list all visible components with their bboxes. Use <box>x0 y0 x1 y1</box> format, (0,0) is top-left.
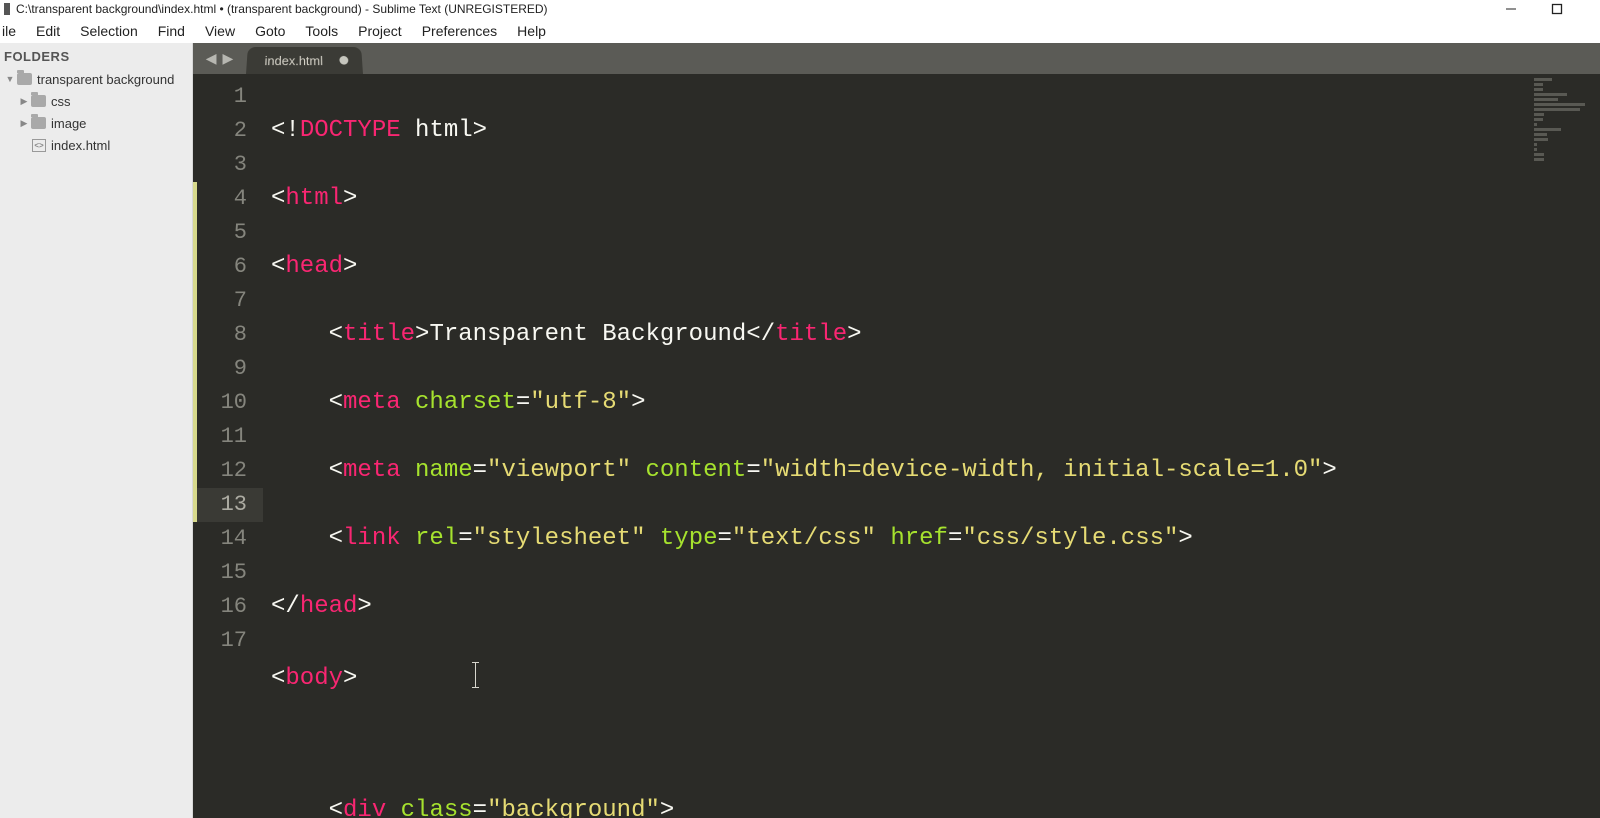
menu-preferences[interactable]: Preferences <box>412 21 507 41</box>
tab-history-nav[interactable]: ◀ ▶ <box>193 43 246 74</box>
line-number: 4 <box>193 182 263 216</box>
minimap-line <box>1534 88 1543 91</box>
code-line: <link rel="stylesheet" type="text/css" h… <box>271 522 1524 556</box>
menu-bar: ile Edit Selection Find View Goto Tools … <box>0 18 1600 43</box>
nav-forward-icon: ▶ <box>221 50 236 67</box>
minimap-line <box>1534 98 1558 101</box>
menu-view[interactable]: View <box>195 21 245 41</box>
minimap-line <box>1534 148 1537 151</box>
folder-tree: ▼ transparent background ▶ css ▶ image <… <box>0 68 192 156</box>
line-number: 10 <box>193 386 263 420</box>
minimap-line <box>1534 108 1580 111</box>
line-number: 12 <box>193 454 263 488</box>
code-line: <div class="background"> <box>271 794 1524 818</box>
window-title: C:\transparent background\index.html • (… <box>16 2 548 16</box>
folder-icon <box>31 95 46 107</box>
menu-goto[interactable]: Goto <box>245 21 295 41</box>
line-number: 13 <box>193 488 263 522</box>
tab-strip: ◀ ▶ index.html <box>193 43 1600 74</box>
line-number: 8 <box>193 318 263 352</box>
tree-folder-css[interactable]: ▶ css <box>0 90 192 112</box>
nav-back-icon: ◀ <box>204 50 219 67</box>
line-number: 1 <box>193 80 263 114</box>
tree-folder-label: css <box>51 94 71 109</box>
minimap-line <box>1534 103 1585 106</box>
line-number: 17 <box>193 624 263 658</box>
menu-file[interactable]: ile <box>2 21 26 41</box>
sidebar: FOLDERS ▼ transparent background ▶ css ▶… <box>0 43 193 818</box>
code-content[interactable]: <!DOCTYPE html> <html> <head> <title>Tra… <box>263 74 1532 818</box>
line-number: 5 <box>193 216 263 250</box>
code-editor[interactable]: 1 2 3 4 5 6 7 8 9 10 11 12 13 14 15 16 1… <box>193 74 1600 818</box>
minimize-button[interactable] <box>1488 0 1534 18</box>
text-caret-icon <box>475 662 476 688</box>
code-line <box>271 726 1524 760</box>
line-number: 16 <box>193 590 263 624</box>
minimap-line <box>1534 83 1543 86</box>
minimap-line <box>1534 143 1537 146</box>
menu-tools[interactable]: Tools <box>295 21 348 41</box>
code-line: <html> <box>271 182 1524 216</box>
line-number: 7 <box>193 284 263 318</box>
minimap-line <box>1534 118 1543 121</box>
minimap-line <box>1534 158 1544 161</box>
line-number: 6 <box>193 250 263 284</box>
minimap-line <box>1534 123 1537 126</box>
code-line: <meta name="viewport" content="width=dev… <box>271 454 1524 488</box>
code-line: <!DOCTYPE html> <box>271 114 1524 148</box>
code-line: </head> <box>271 590 1524 624</box>
chevron-right-icon: ▶ <box>18 118 30 129</box>
minimap-line <box>1534 113 1544 116</box>
minimap-line <box>1534 78 1552 81</box>
folder-icon <box>17 73 32 85</box>
line-number: 9 <box>193 352 263 386</box>
code-line: <body> <box>271 658 1524 692</box>
line-number-gutter[interactable]: 1 2 3 4 5 6 7 8 9 10 11 12 13 14 15 16 1… <box>193 74 263 818</box>
tree-folder-label: image <box>51 116 86 131</box>
menu-help[interactable]: Help <box>507 21 556 41</box>
minimap-line <box>1534 153 1544 156</box>
tab-index-html[interactable]: index.html <box>246 47 363 74</box>
menu-find[interactable]: Find <box>148 21 195 41</box>
dirty-indicator-icon <box>339 56 348 65</box>
tree-folder-image[interactable]: ▶ image <box>0 112 192 134</box>
minimap-line <box>1534 138 1548 141</box>
minimap-line <box>1534 128 1561 131</box>
minimap-line <box>1534 93 1567 96</box>
window-title-bar: C:\transparent background\index.html • (… <box>0 0 1600 18</box>
app-icon <box>4 3 10 15</box>
menu-edit[interactable]: Edit <box>26 21 70 41</box>
folder-icon <box>31 117 46 129</box>
tree-file-label: index.html <box>51 138 110 153</box>
chevron-down-icon: ▼ <box>4 74 16 84</box>
tab-label: index.html <box>264 53 323 67</box>
line-number: 15 <box>193 556 263 590</box>
close-button-edge[interactable] <box>1580 0 1600 18</box>
line-number: 14 <box>193 522 263 556</box>
chevron-right-icon: ▶ <box>18 96 30 107</box>
line-number: 2 <box>193 114 263 148</box>
menu-project[interactable]: Project <box>348 21 412 41</box>
minimap-line <box>1534 133 1547 136</box>
sidebar-header: FOLDERS <box>0 43 192 68</box>
code-line: <meta charset="utf-8"> <box>271 386 1524 420</box>
code-line: <title>Transparent Background</title> <box>271 318 1524 352</box>
tree-root[interactable]: ▼ transparent background <box>0 68 192 90</box>
minimap[interactable] <box>1532 74 1600 818</box>
menu-selection[interactable]: Selection <box>70 21 148 41</box>
tree-root-label: transparent background <box>37 72 174 87</box>
maximize-button[interactable] <box>1534 0 1580 18</box>
tree-file-index[interactable]: <> index.html <box>0 134 192 156</box>
line-number: 11 <box>193 420 263 454</box>
file-icon: <> <box>32 139 46 152</box>
line-number: 3 <box>193 148 263 182</box>
code-line: <head> <box>271 250 1524 284</box>
